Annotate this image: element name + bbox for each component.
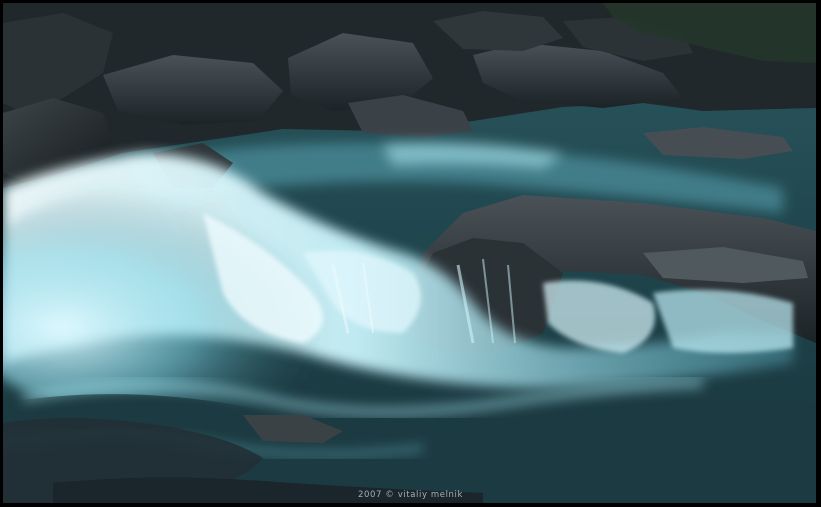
photo-credit: 2007 © vitaliy melnik: [357, 490, 464, 500]
photo-frame: 2007 © vitaliy melnik: [0, 0, 821, 507]
river-rapids-photo: [3, 3, 816, 503]
river-rapids-illustration: [3, 3, 816, 503]
